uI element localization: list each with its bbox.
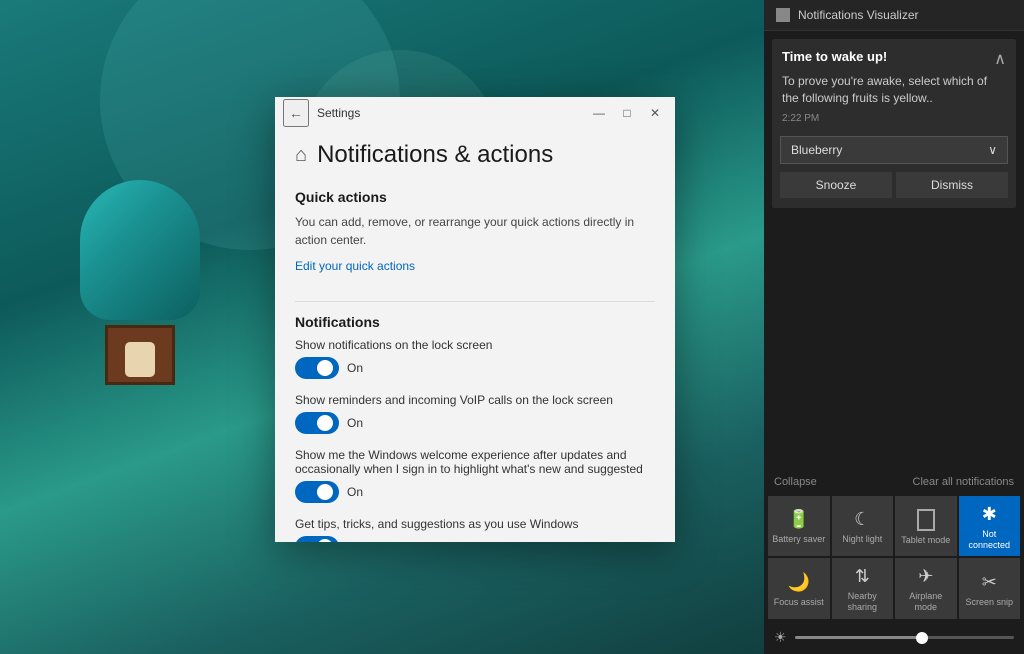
toggle-label-4: Get tips, tricks, and suggestions as you… bbox=[295, 517, 655, 531]
tile-nearby-sharing[interactable]: ⇅ Nearby sharing bbox=[832, 558, 894, 619]
section-divider-1 bbox=[295, 301, 655, 302]
toggle-switch-1[interactable] bbox=[295, 357, 339, 379]
toggle-row-2: Show reminders and incoming VoIP calls o… bbox=[295, 393, 655, 434]
toggle-label-3: Show me the Windows welcome experience a… bbox=[295, 448, 655, 476]
action-center-panel: Notifications Visualizer Time to wake up… bbox=[764, 0, 1024, 654]
quick-tiles-grid: 🔋 Battery saver ☾ Night light Tablet mod… bbox=[764, 494, 1024, 621]
tile-battery-saver[interactable]: 🔋 Battery saver bbox=[768, 496, 830, 557]
minimize-button[interactable]: — bbox=[587, 101, 611, 125]
visualizer-icon bbox=[776, 8, 790, 22]
tile-screen-snip[interactable]: ✂ Screen snip bbox=[959, 558, 1021, 619]
toggle-label-1: Show notifications on the lock screen bbox=[295, 338, 655, 352]
home-icon: ⌂ bbox=[295, 144, 307, 167]
toggle-state-1: On bbox=[347, 361, 363, 375]
toggle-row-3: Show me the Windows welcome experience a… bbox=[295, 448, 655, 503]
toggle-row-4: Get tips, tricks, and suggestions as you… bbox=[295, 517, 655, 542]
tablet-mode-label: Tablet mode bbox=[901, 535, 950, 546]
brightness-row: ☀ bbox=[764, 621, 1024, 654]
notif-time: 2:22 PM bbox=[772, 113, 1016, 132]
tile-airplane-mode[interactable]: ✈ Airplane mode bbox=[895, 558, 957, 619]
toggle-state-3: On bbox=[347, 485, 363, 499]
notif-card-header: Time to wake up! ∧ bbox=[772, 39, 1016, 73]
close-button[interactable]: ✕ bbox=[643, 101, 667, 125]
toggle-switch-4[interactable] bbox=[295, 536, 339, 542]
nearby-sharing-label: Nearby sharing bbox=[836, 591, 890, 613]
toggle-container-4: On bbox=[295, 536, 655, 542]
notifications-section: Notifications Show notifications on the … bbox=[295, 314, 655, 542]
airplane-mode-label: Airplane mode bbox=[899, 591, 953, 613]
airplane-mode-icon: ✈ bbox=[918, 566, 933, 587]
snooze-button[interactable]: Snooze bbox=[780, 172, 892, 198]
battery-saver-icon: 🔋 bbox=[788, 509, 810, 530]
screen-snip-label: Screen snip bbox=[965, 597, 1013, 608]
not-connected-icon: ✱ bbox=[982, 504, 997, 525]
tile-night-light[interactable]: ☾ Night light bbox=[832, 496, 894, 557]
quick-actions-title: Quick actions bbox=[295, 189, 655, 205]
action-center-bottom: Collapse Clear all notifications 🔋 Batte… bbox=[764, 470, 1024, 654]
visualizer-title: Notifications Visualizer bbox=[798, 8, 919, 22]
brightness-thumb bbox=[916, 632, 928, 644]
toggle-row-1: Show notifications on the lock screen On bbox=[295, 338, 655, 379]
night-light-label: Night light bbox=[842, 534, 882, 545]
brightness-icon: ☀ bbox=[774, 629, 787, 646]
dismiss-button[interactable]: Dismiss bbox=[896, 172, 1008, 198]
collapse-link[interactable]: Collapse bbox=[774, 476, 817, 488]
balloon-decoration bbox=[80, 180, 200, 385]
notifications-title: Notifications bbox=[295, 314, 655, 330]
focus-assist-label: Focus assist bbox=[774, 597, 824, 608]
brightness-slider[interactable] bbox=[795, 636, 1014, 639]
toggle-state-4: On bbox=[347, 540, 363, 542]
visualizer-header: Notifications Visualizer bbox=[764, 0, 1024, 31]
toggle-switch-3[interactable] bbox=[295, 481, 339, 503]
toggle-state-2: On bbox=[347, 416, 363, 430]
notification-card: Time to wake up! ∧ To prove you're awake… bbox=[772, 39, 1016, 208]
balloon-basket bbox=[105, 325, 175, 385]
notif-collapse-chevron[interactable]: ∧ bbox=[994, 49, 1006, 69]
notif-dropdown-chevron: ∨ bbox=[988, 143, 997, 157]
notif-title: Time to wake up! bbox=[782, 49, 887, 64]
quick-actions-description: You can add, remove, or rearrange your q… bbox=[295, 213, 655, 249]
page-title: Notifications & actions bbox=[317, 141, 553, 169]
tile-not-connected[interactable]: ✱ Not connected bbox=[959, 496, 1021, 557]
window-titlebar: ← Settings — □ ✕ bbox=[275, 97, 675, 129]
screen-snip-icon: ✂ bbox=[982, 572, 997, 593]
tile-tablet-mode[interactable]: Tablet mode bbox=[895, 496, 957, 557]
night-light-icon: ☾ bbox=[854, 509, 870, 530]
maximize-button[interactable]: □ bbox=[615, 101, 639, 125]
page-title-row: ⌂ Notifications & actions bbox=[295, 141, 655, 169]
notif-dropdown[interactable]: Blueberry ∨ bbox=[780, 136, 1008, 164]
clear-all-link[interactable]: Clear all notifications bbox=[913, 476, 1015, 488]
notif-action-buttons: Snooze Dismiss bbox=[780, 172, 1008, 198]
settings-window: ← Settings — □ ✕ ⌂ Notifications & actio… bbox=[275, 97, 675, 542]
tile-focus-assist[interactable]: 🌙 Focus assist bbox=[768, 558, 830, 619]
back-button[interactable]: ← bbox=[283, 99, 309, 127]
toggle-container-1: On bbox=[295, 357, 655, 379]
balloon-envelope bbox=[80, 180, 200, 320]
collapse-row: Collapse Clear all notifications bbox=[764, 470, 1024, 494]
not-connected-label: Not connected bbox=[963, 529, 1017, 551]
toggle-container-3: On bbox=[295, 481, 655, 503]
toggle-switch-2[interactable] bbox=[295, 412, 339, 434]
notif-body: To prove you're awake, select which of t… bbox=[772, 73, 1016, 113]
nearby-sharing-icon: ⇅ bbox=[855, 566, 870, 587]
tablet-mode-icon bbox=[917, 509, 935, 531]
quick-actions-section: Quick actions You can add, remove, or re… bbox=[295, 189, 655, 289]
toggle-label-2: Show reminders and incoming VoIP calls o… bbox=[295, 393, 655, 407]
settings-content: ⌂ Notifications & actions Quick actions … bbox=[275, 129, 675, 542]
window-controls: — □ ✕ bbox=[587, 101, 667, 125]
notif-dropdown-value: Blueberry bbox=[791, 143, 842, 157]
focus-assist-icon: 🌙 bbox=[788, 572, 810, 593]
balloon-character bbox=[125, 342, 155, 377]
edit-quick-actions-link[interactable]: Edit your quick actions bbox=[295, 259, 415, 273]
window-app-title: Settings bbox=[309, 106, 587, 120]
toggle-container-2: On bbox=[295, 412, 655, 434]
battery-saver-label: Battery saver bbox=[772, 534, 825, 545]
